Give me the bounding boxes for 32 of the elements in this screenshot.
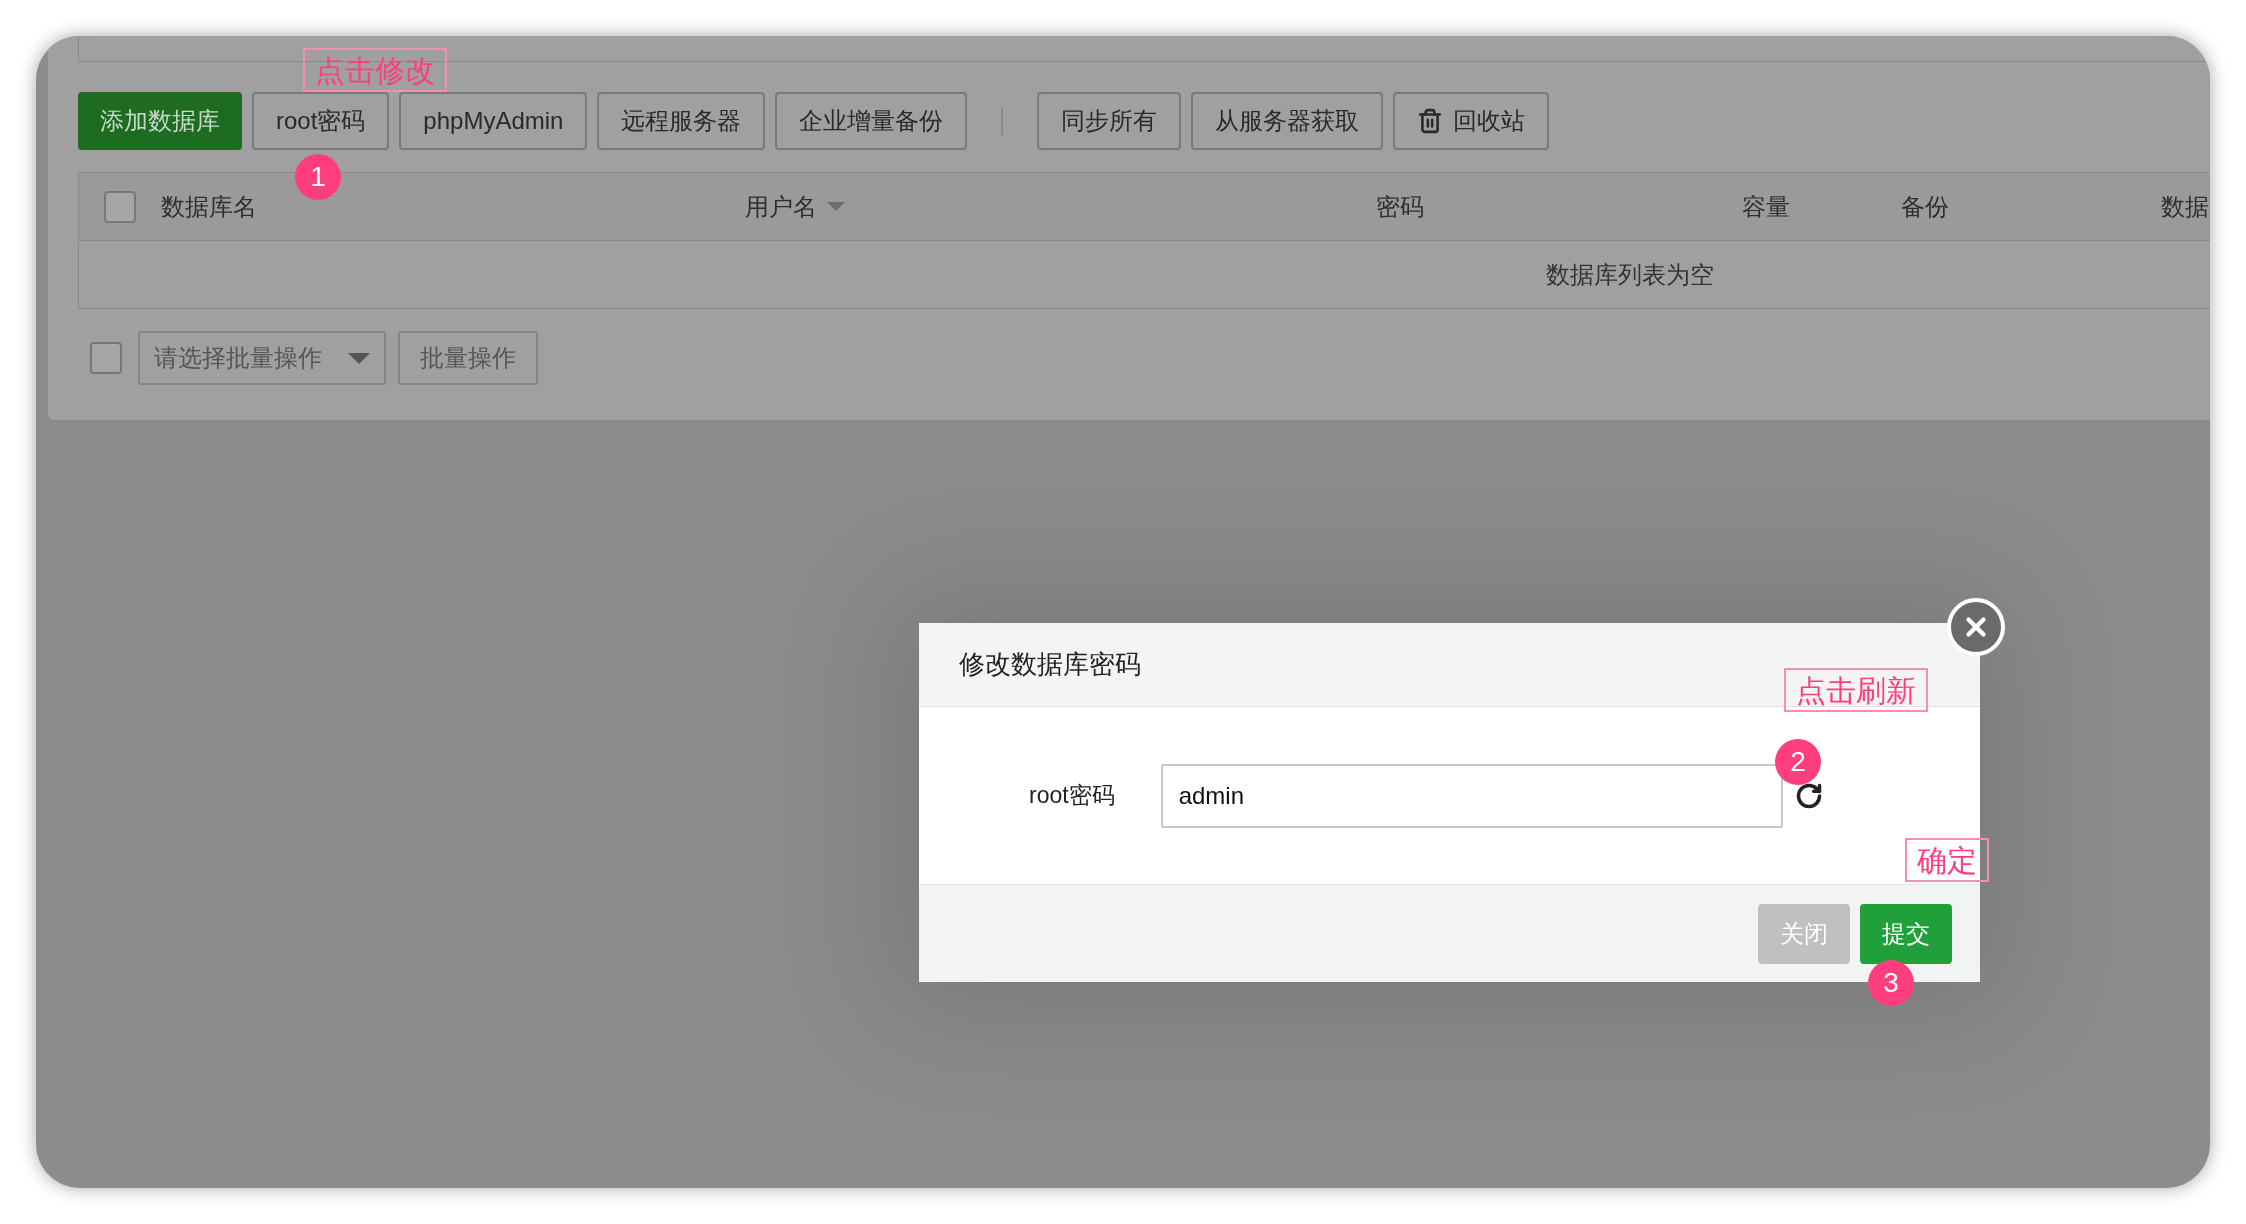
column-header[interactable]: 用户名 (745, 188, 817, 225)
password-field[interactable]: admin (1160, 763, 1783, 828)
checkbox[interactable] (90, 342, 122, 374)
empty-table-message: 数据库列表为空 (1546, 259, 1714, 290)
column-header: 容量 (1742, 191, 1790, 222)
annotation-label: 点击刷新 (1784, 668, 1928, 712)
dropdown-caret-icon (348, 352, 370, 364)
toolbar-button[interactable]: 同步所有 (1037, 92, 1182, 150)
sort-caret-icon[interactable] (827, 202, 845, 211)
recycle-bin-button[interactable]: 回收站 (1393, 92, 1550, 150)
add-database-button[interactable]: 添加数据库 (78, 92, 242, 150)
toolbar-button[interactable]: 企业增量备份 (775, 92, 968, 150)
batch-action-select[interactable]: 请选择批量操作 (138, 331, 386, 385)
close-icon[interactable] (1947, 598, 2005, 656)
trash-icon (1417, 108, 1444, 134)
refresh-icon[interactable] (1794, 781, 1823, 810)
toolbar-button[interactable]: 从服务器获取 (1191, 92, 1384, 150)
batch-action-button[interactable]: 批量操作 (398, 331, 538, 385)
toolbar-button[interactable]: phpMyAdmin (399, 92, 588, 150)
checkbox[interactable] (104, 190, 136, 223)
column-header: 数据库名 (161, 191, 257, 222)
column-header: 数据 (2161, 191, 2209, 222)
dialog-title: 修改数据库密码 (959, 648, 1141, 681)
annotation-label: 确定 (1905, 838, 1989, 882)
field-label: root密码 (1029, 781, 1115, 811)
step-number-badge: 3 (1868, 960, 1914, 1006)
submit-button[interactable]: 提交 (1860, 903, 1952, 964)
toolbar-button[interactable]: 远程服务器 (597, 92, 766, 150)
toolbar-button[interactable]: root密码 (252, 92, 390, 150)
column-header: 备份 (1901, 191, 1949, 222)
column-header: 密码 (1376, 191, 1424, 222)
annotation-label: 点击修改 (303, 48, 447, 92)
